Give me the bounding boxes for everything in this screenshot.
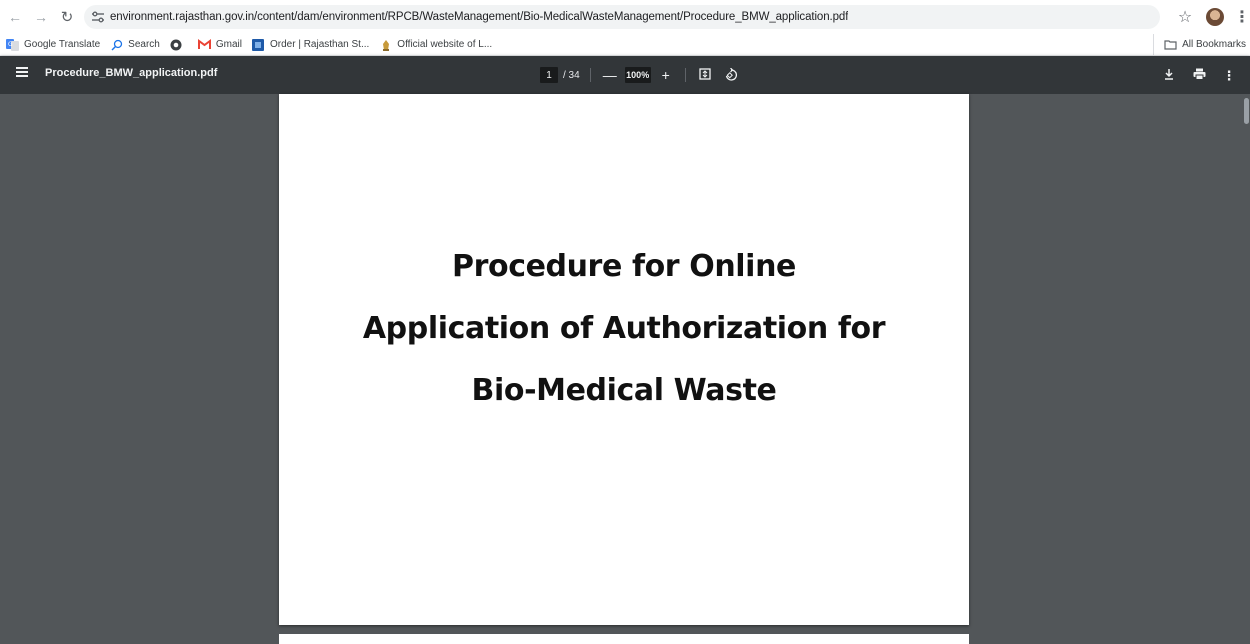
browser-menu-icon[interactable]: ⋮ (1234, 7, 1250, 27)
url-text: environment.rajasthan.gov.in/content/dam… (110, 11, 849, 23)
bookmarks-bar: G Google Translate Search Gmail Order | … (0, 34, 1250, 56)
zoom-input[interactable]: 100% (624, 67, 651, 83)
profile-avatar[interactable] (1206, 8, 1224, 26)
pdf-toolbar: Procedure_BMW_application.pdf 1 / 34 — 1… (0, 56, 1250, 94)
document-title: Procedure for Online Application of Auth… (279, 236, 969, 422)
zoom-out-icon[interactable]: — (601, 68, 619, 82)
menu-icon[interactable] (14, 65, 32, 83)
document-title-line: Procedure for Online (452, 249, 796, 284)
bookmark-label: Gmail (215, 39, 242, 50)
document-title-line: Application of Authorization for (362, 311, 886, 346)
bookmark-search[interactable]: Search (110, 38, 160, 51)
toolbar-divider (684, 68, 686, 82)
toolbar-divider (589, 68, 591, 82)
scrollbar-thumb[interactable] (1244, 98, 1249, 124)
reload-icon[interactable]: ↻ (56, 6, 78, 28)
bookmark-label: Search (128, 39, 160, 50)
print-icon[interactable] (1190, 68, 1208, 82)
emblem-icon (379, 38, 392, 51)
pdf-filename: Procedure_BMW_application.pdf (45, 67, 218, 79)
page-number-input[interactable]: 1 (540, 67, 558, 83)
bookmark-label: Google Translate (24, 39, 101, 50)
download-icon[interactable] (1160, 68, 1178, 82)
fit-to-page-icon[interactable] (696, 68, 714, 82)
order-icon (252, 38, 265, 51)
bookmark-google-translate[interactable]: G Google Translate (6, 38, 100, 51)
pdf-page-1: Procedure for Online Application of Auth… (279, 94, 969, 625)
chromium-icon (170, 38, 183, 51)
vertical-scrollbar[interactable] (1242, 94, 1250, 644)
address-bar[interactable]: environment.rajasthan.gov.in/content/dam… (84, 5, 1160, 29)
bookmark-gmail[interactable]: Gmail (197, 38, 242, 51)
bookmark-star-icon[interactable]: ☆ (1172, 7, 1198, 27)
more-options-icon[interactable]: ⋮ (1220, 69, 1238, 82)
google-translate-icon: G (6, 38, 19, 51)
browser-address-row: ← → ↻ environment.rajasthan.gov.in/conte… (0, 0, 1250, 34)
gmail-icon (197, 38, 211, 51)
bookmark-order[interactable]: Order | Rajasthan St... (252, 38, 369, 51)
bookmark-official-website[interactable]: Official website of L... (379, 38, 492, 51)
bookmark-chromium[interactable] (170, 38, 188, 51)
document-title-line: Bio-Medical Waste (471, 373, 777, 408)
zoom-in-icon[interactable]: + (657, 68, 675, 82)
forward-icon[interactable]: → (30, 6, 52, 28)
site-info-icon[interactable] (86, 11, 110, 23)
all-bookmarks-button[interactable]: All Bookmarks (1153, 34, 1246, 55)
search-icon (110, 38, 123, 51)
bookmark-label: Official website of L... (397, 39, 493, 50)
page-total: / 34 (563, 69, 580, 81)
bookmark-label: Order | Rajasthan St... (269, 39, 370, 50)
folder-icon (1164, 38, 1177, 51)
pdf-page-2 (279, 634, 969, 644)
rotate-icon[interactable] (722, 67, 740, 83)
pdf-viewer-area[interactable]: Procedure for Online Application of Auth… (0, 94, 1250, 644)
all-bookmarks-label: All Bookmarks (1182, 39, 1246, 50)
svg-text:G: G (8, 41, 13, 48)
back-icon[interactable]: ← (4, 6, 26, 28)
